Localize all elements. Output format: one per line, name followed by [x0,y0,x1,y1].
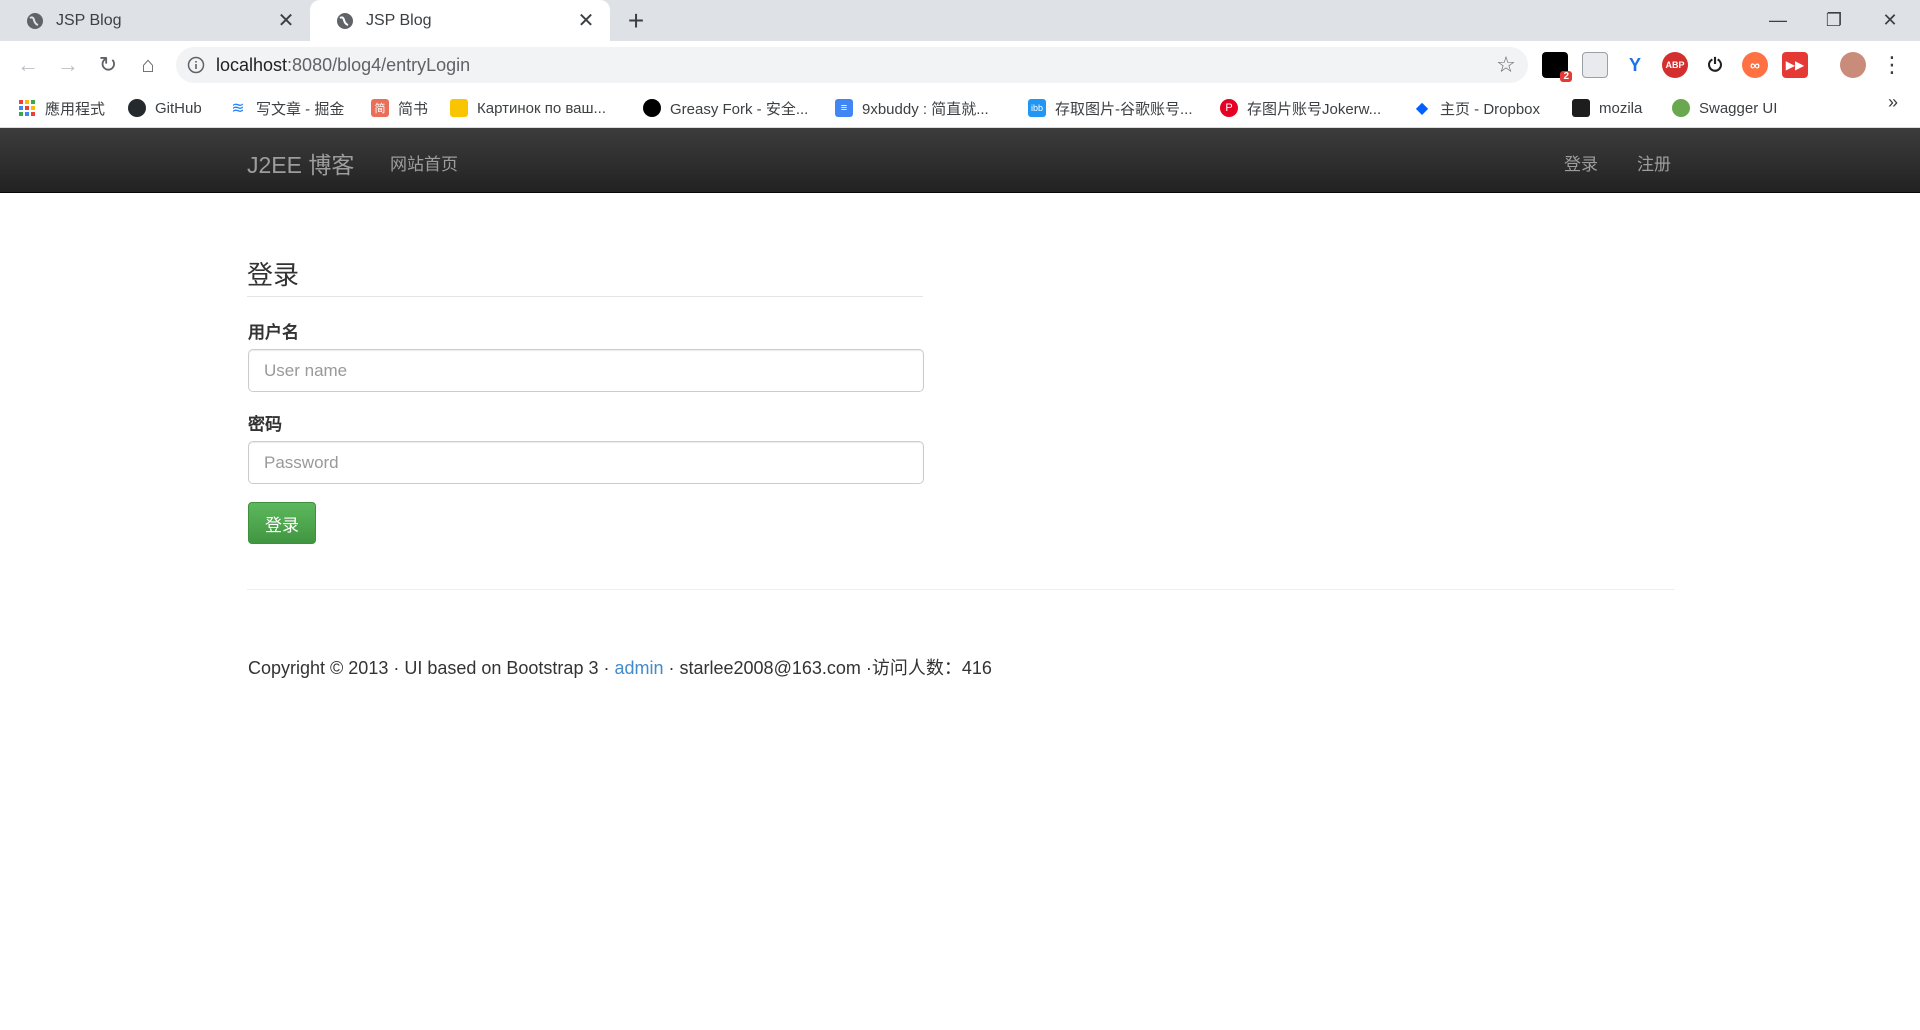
nav-login-link[interactable]: 登录 [1564,150,1598,175]
bookmark-pinterest[interactable]: P 存图片账号Jokerw... [1220,96,1381,120]
url-path: :8080/blog4/entryLogin [287,54,471,75]
browser-toolbar: ← → ↻ ⌂ localhost:8080/blog4/entryLogin … [0,41,1920,88]
close-icon[interactable]: ✕ [572,7,600,35]
github-icon [128,99,146,117]
forward-button[interactable]: → [52,49,84,81]
bookmark-label: Greasy Fork - 安全... [670,100,809,118]
globe-icon [336,12,354,30]
footer-copyright: Copyright © 2013 · UI based on Bootstrap… [248,658,615,678]
back-button[interactable]: ← [12,49,44,81]
new-tab-button[interactable]: + [620,5,652,37]
juejin-icon: ≋ [231,100,245,117]
bookmark-apps[interactable]: 應用程式 [18,96,105,120]
bookmark-label: Swagger UI [1699,99,1778,117]
form-legend: 登录 [247,255,923,297]
bookmark-jianshu[interactable]: 简简书 [371,96,428,120]
bookmark-label: 写文章 - 掘金 [256,100,345,118]
password-label: 密码 [248,415,282,434]
bookmark-label: 主页 - Dropbox [1440,100,1541,118]
avatar[interactable] [1840,52,1866,78]
password-input[interactable] [248,441,924,484]
bookmark-label: 9xbuddy : 简直就... [862,100,989,118]
power-icon[interactable]: ⏻ [1702,52,1728,78]
tab-strip: JSP Blog ✕ JSP Blog ✕ + — ❐ ✕ [0,0,1920,41]
divider [247,589,1675,590]
greasyfork-icon [643,99,661,117]
username-label: 用户名 [248,323,299,342]
v-icon[interactable]: Y [1622,52,1648,78]
video-icon[interactable]: ▶▶ [1782,52,1808,78]
swagger-icon [1672,99,1690,117]
dropbox-icon: ◆ [1415,100,1429,117]
document-icon: ≡ [835,99,853,117]
jianshu-icon: 简 [371,99,389,117]
url-text: localhost:8080/blog4/entryLogin [216,55,470,76]
bookmark-label: 存取图片-谷歌账号... [1055,100,1193,118]
bookmark-label: GitHub [155,99,202,117]
tab-jsp-blog-2[interactable]: JSP Blog ✕ [310,0,610,41]
tab-title: JSP Blog [56,11,122,29]
home-button[interactable]: ⌂ [132,49,164,81]
site-navbar: J2EE 博客 网站首页 登录 注册 [0,128,1920,193]
site-footer: Copyright © 2013 · UI based on Bootstrap… [248,654,992,680]
infinity-icon[interactable]: ∞ [1742,52,1768,78]
globe-icon [26,12,44,30]
tab-jsp-blog-1[interactable]: JSP Blog ✕ [0,0,310,41]
reload-button[interactable]: ↻ [92,49,124,81]
bookmark-label: 简书 [398,100,429,118]
pinterest-icon: P [1220,99,1238,117]
bookmark-label: 應用程式 [45,100,106,118]
close-icon[interactable]: ✕ [272,7,300,35]
url-host: localhost [216,54,288,75]
minimize-button[interactable]: — [1750,0,1806,41]
bookmark-github[interactable]: GitHub [128,96,202,120]
username-input[interactable] [248,349,924,392]
bookmark-label: mozila [1599,99,1643,117]
bookmark-star-icon[interactable]: ☆ [1494,52,1518,77]
login-submit-button[interactable]: 登录 [248,502,316,544]
extension-badge: 2 [1560,71,1572,82]
picture-icon [450,99,468,117]
bookmark-greasyfork[interactable]: Greasy Fork - 安全... [643,96,808,120]
adblock-icon[interactable]: ABP [1662,52,1688,78]
bookmark-9xbuddy[interactable]: ≡ 9xbuddy : 简直就... [835,96,989,120]
nav-register-link[interactable]: 注册 [1637,150,1671,175]
close-window-button[interactable]: ✕ [1862,0,1918,41]
menu-icon[interactable]: ⋮ [1876,49,1908,81]
bookmark-label: 存图片账号Jokerw... [1247,100,1382,118]
bookmark-kartinok[interactable]: Картинок по ваш... [450,96,606,120]
notification-badge-icon[interactable]: 2 [1542,52,1572,82]
address-bar[interactable]: localhost:8080/blog4/entryLogin ☆ [176,47,1528,83]
site-brand[interactable]: J2EE 博客 [247,146,354,180]
mdn-icon [1572,99,1590,117]
info-icon[interactable] [176,47,216,83]
bookmark-juejin[interactable]: ≋ 写文章 - 掘金 [229,96,344,120]
tab-title: JSP Blog [366,11,432,29]
bookmark-label: Картинок по ваш... [477,99,607,117]
bookmark-ibb[interactable]: ibb 存取图片-谷歌账号... [1028,96,1193,120]
image-icon[interactable] [1582,52,1608,78]
bookmarks-bar: 應用程式 GitHub ≋ 写文章 - 掘金 简简书 Картинок по ва… [0,88,1920,128]
nav-home-link[interactable]: 网站首页 [390,150,458,175]
bookmarks-more-button[interactable]: » [1888,92,1898,113]
ibb-icon: ibb [1028,99,1046,117]
bookmark-dropbox[interactable]: ◆ 主页 - Dropbox [1413,96,1540,120]
footer-contact: · starlee2008@163.com ·访问人数：416 [663,658,992,678]
footer-admin-link[interactable]: admin [614,658,663,678]
bookmark-mozila[interactable]: mozila [1572,96,1642,120]
restore-button[interactable]: ❐ [1806,0,1862,41]
bookmark-swagger[interactable]: Swagger UI [1672,96,1777,120]
apps-grid-icon [18,99,36,117]
